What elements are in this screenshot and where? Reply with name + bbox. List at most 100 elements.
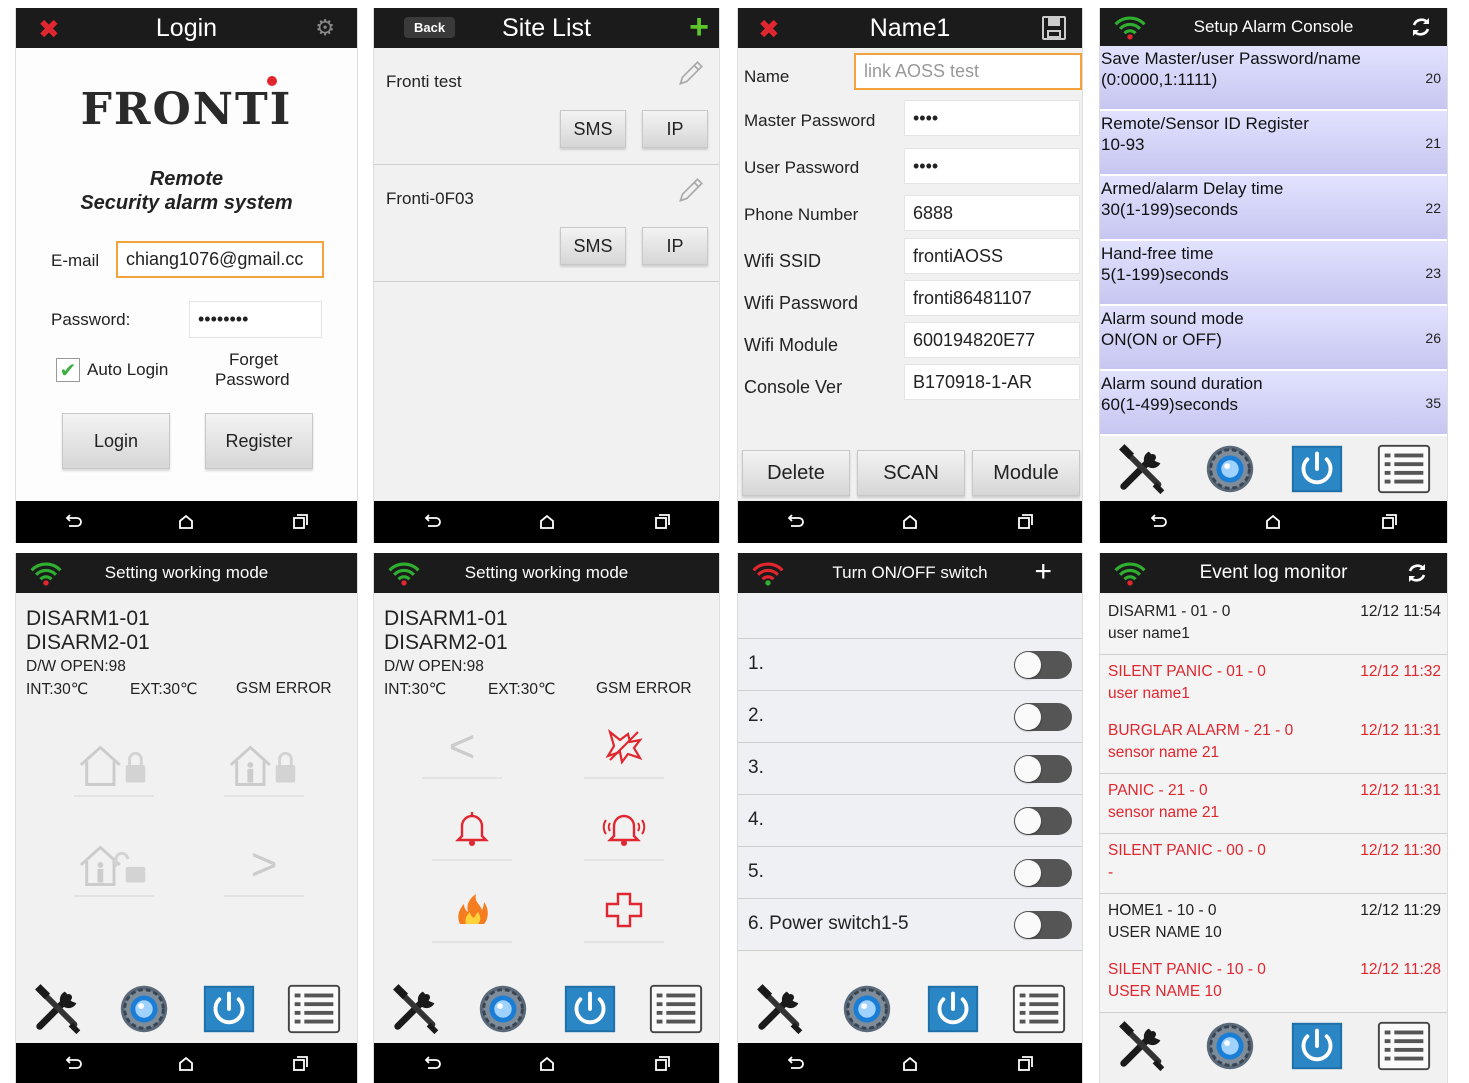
switch-toggle[interactable] <box>1014 651 1072 679</box>
disarm-button[interactable] <box>74 833 154 897</box>
list-icon[interactable] <box>1375 1018 1433 1074</box>
forget-password-line1[interactable]: Forget <box>229 350 278 370</box>
settings-icon[interactable] <box>474 981 532 1037</box>
fire-button[interactable] <box>432 879 512 943</box>
settings-icon[interactable] <box>838 981 896 1037</box>
list-icon[interactable] <box>1375 441 1433 497</box>
recent-apps-icon[interactable] <box>1015 1054 1035 1074</box>
list-icon[interactable] <box>647 981 705 1037</box>
wifi-ssid-field[interactable]: frontiAOSS <box>904 238 1080 274</box>
back-button[interactable]: Back <box>404 17 456 38</box>
ip-button[interactable]: IP <box>642 227 708 265</box>
power-icon[interactable] <box>1288 1018 1346 1074</box>
home-icon[interactable] <box>1263 512 1283 532</box>
setting-row[interactable]: Armed/alarm Delay time 30(1-199)seconds … <box>1100 176 1447 241</box>
recent-apps-icon[interactable] <box>1379 512 1399 532</box>
switch-toggle[interactable] <box>1014 807 1072 835</box>
refresh-icon[interactable] <box>1405 561 1429 585</box>
pencil-icon[interactable] <box>674 58 706 90</box>
login-button[interactable]: Login <box>62 413 170 469</box>
list-icon[interactable] <box>285 981 343 1037</box>
name-input[interactable]: link AOSS test <box>854 53 1082 90</box>
user-password-field[interactable]: •••• <box>904 148 1080 184</box>
wifi-module-field[interactable]: 600194820E77 <box>904 322 1080 358</box>
home-icon[interactable] <box>176 512 196 532</box>
setting-row[interactable]: Alarm sound duration 60(1-499)seconds 35 <box>1100 371 1447 436</box>
silent-panic-button[interactable] <box>584 715 664 779</box>
home-icon[interactable] <box>900 512 920 532</box>
scan-button[interactable]: SCAN <box>857 450 965 496</box>
site-item[interactable]: Fronti test SMS IP <box>374 48 719 165</box>
back-icon[interactable] <box>422 512 442 532</box>
switch-row[interactable]: 6. Power switch1-5 <box>738 899 1082 951</box>
delete-button[interactable]: Delete <box>742 450 850 496</box>
home-icon[interactable] <box>176 1054 196 1074</box>
back-icon[interactable] <box>63 512 83 532</box>
back-icon[interactable] <box>785 1054 805 1074</box>
forget-password-line2[interactable]: Password <box>215 370 290 390</box>
recent-apps-icon[interactable] <box>290 1054 310 1074</box>
plus-icon[interactable]: + <box>1034 555 1052 589</box>
back-icon[interactable] <box>785 512 805 532</box>
gear-icon[interactable]: ⚙ <box>315 15 335 41</box>
tools-icon[interactable] <box>1114 1018 1172 1074</box>
register-button[interactable]: Register <box>205 413 313 469</box>
switch-row[interactable]: 5. <box>738 847 1082 899</box>
plus-icon[interactable]: + <box>689 8 709 47</box>
email-field[interactable]: chiang1076@gmail.cc <box>116 241 324 278</box>
switch-toggle[interactable] <box>1014 703 1072 731</box>
switch-toggle[interactable] <box>1014 911 1072 939</box>
switch-toggle[interactable] <box>1014 859 1072 887</box>
alarm-bell-button[interactable] <box>432 797 512 861</box>
home-icon[interactable] <box>900 1054 920 1074</box>
recent-apps-icon[interactable] <box>1015 512 1035 532</box>
away-arm-button[interactable] <box>74 733 154 797</box>
switch-row[interactable]: 2. <box>738 691 1082 743</box>
wifi-password-field[interactable]: fronti86481107 <box>904 280 1080 316</box>
settings-icon[interactable] <box>1201 441 1259 497</box>
settings-icon[interactable] <box>115 981 173 1037</box>
close-icon[interactable]: ✖ <box>38 14 60 45</box>
auto-login-checkbox[interactable]: ✔ <box>56 358 80 382</box>
recent-apps-icon[interactable] <box>290 512 310 532</box>
medical-button[interactable] <box>584 879 664 943</box>
recent-apps-icon[interactable] <box>652 512 672 532</box>
console-ver-field[interactable]: B170918-1-AR <box>904 364 1080 400</box>
save-icon[interactable] <box>1042 16 1066 40</box>
site-item[interactable]: Fronti-0F03 SMS IP <box>374 165 719 282</box>
recent-apps-icon[interactable] <box>652 1054 672 1074</box>
switch-row[interactable]: 3. <box>738 743 1082 795</box>
power-icon[interactable] <box>200 981 258 1037</box>
refresh-icon[interactable] <box>1409 15 1433 39</box>
settings-icon[interactable] <box>1201 1018 1259 1074</box>
setting-row[interactable]: Hand-free time 5(1-199)seconds 23 <box>1100 241 1447 306</box>
back-icon[interactable] <box>422 1054 442 1074</box>
tools-icon[interactable] <box>388 981 446 1037</box>
setting-row[interactable]: Alarm sound mode ON(ON or OFF) 26 <box>1100 306 1447 371</box>
tools-icon[interactable] <box>1114 441 1172 497</box>
power-icon[interactable] <box>1288 441 1346 497</box>
switch-toggle[interactable] <box>1014 755 1072 783</box>
ip-button[interactable]: IP <box>642 110 708 148</box>
home-icon[interactable] <box>537 1054 557 1074</box>
setting-row[interactable]: Remote/Sensor ID Register 10-93 21 <box>1100 111 1447 176</box>
password-field[interactable]: •••••••• <box>189 301 322 338</box>
home-arm-button[interactable] <box>224 733 304 797</box>
siren-button[interactable] <box>584 797 664 861</box>
home-icon[interactable] <box>537 512 557 532</box>
list-icon[interactable] <box>1010 981 1068 1037</box>
master-password-field[interactable]: •••• <box>904 100 1080 136</box>
switch-row[interactable]: 4. <box>738 795 1082 847</box>
tools-icon[interactable] <box>30 981 88 1037</box>
close-icon[interactable]: ✖ <box>758 14 780 45</box>
power-icon[interactable] <box>561 981 619 1037</box>
prev-page-button[interactable]: < <box>422 715 502 779</box>
power-icon[interactable] <box>924 981 982 1037</box>
back-icon[interactable] <box>1148 512 1168 532</box>
phone-number-field[interactable]: 6888 <box>904 195 1080 231</box>
pencil-icon[interactable] <box>674 175 706 207</box>
tools-icon[interactable] <box>752 981 810 1037</box>
sms-button[interactable]: SMS <box>560 110 626 148</box>
next-page-button[interactable]: > <box>224 833 304 897</box>
sms-button[interactable]: SMS <box>560 227 626 265</box>
